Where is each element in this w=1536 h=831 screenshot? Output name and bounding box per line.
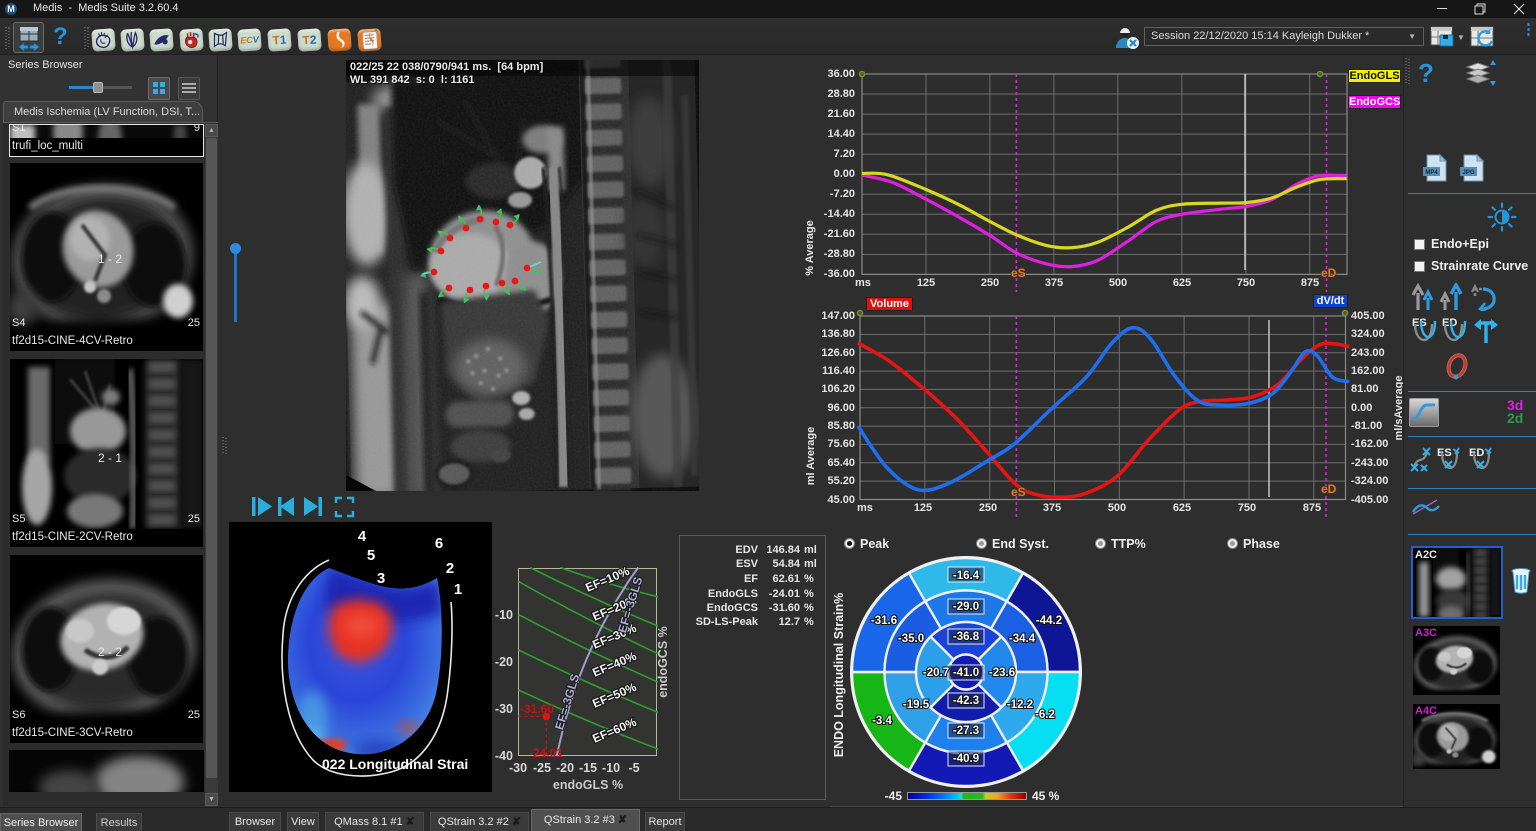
svg-text:ES: ES	[1437, 447, 1452, 459]
svg-text:4: 4	[358, 528, 367, 545]
svg-text:-16.4: -16.4	[953, 570, 980, 582]
svg-text:3: 3	[377, 570, 385, 587]
svg-text:-12.2: -12.2	[1007, 699, 1033, 711]
svg-text:1: 1	[454, 581, 462, 598]
svg-text:eD: eD	[1321, 482, 1337, 496]
svg-text:MP4: MP4	[1425, 170, 1438, 176]
svg-text:eS: eS	[1011, 266, 1026, 280]
svg-text:2 - 2: 2 - 2	[98, 645, 122, 659]
svg-text:-29.0: -29.0	[953, 601, 979, 613]
svg-text:-34.4: -34.4	[1009, 633, 1036, 645]
svg-text:EF=-3GLS: EF=-3GLS	[552, 672, 582, 731]
svg-text:1 - 2: 1 - 2	[98, 252, 122, 266]
svg-text:-31.60: -31.60	[520, 702, 554, 716]
svg-text:-20.7: -20.7	[923, 667, 949, 679]
svg-text:022 Longitudinal Strai: 022 Longitudinal Strai	[322, 756, 468, 772]
svg-text:EF=40%: EF=40%	[590, 649, 638, 680]
svg-text:EF=50%: EF=50%	[590, 680, 638, 711]
svg-text:2 - 1: 2 - 1	[98, 451, 122, 465]
svg-text:2: 2	[446, 560, 454, 577]
svg-text:6: 6	[435, 535, 443, 552]
svg-text:-35.0: -35.0	[898, 633, 924, 645]
svg-text:ED: ED	[1469, 447, 1484, 459]
svg-text:EF=60%: EF=60%	[590, 715, 638, 746]
svg-text:EF=10%: EF=10%	[583, 564, 631, 595]
svg-text:-44.2: -44.2	[1036, 615, 1062, 627]
svg-text:-42.3: -42.3	[953, 695, 979, 707]
svg-text:5: 5	[367, 547, 375, 564]
svg-text:EF=30%: EF=30%	[590, 621, 638, 652]
svg-text:-23.6: -23.6	[989, 667, 1015, 679]
svg-text:-24.01: -24.01	[529, 746, 563, 760]
svg-text:-31.6: -31.6	[871, 615, 897, 627]
svg-text:-3.4: -3.4	[872, 715, 892, 727]
svg-text:-36.8: -36.8	[953, 631, 980, 643]
svg-text:-27.3: -27.3	[953, 725, 979, 737]
svg-text:-40.9: -40.9	[953, 753, 979, 765]
svg-text:-19.5: -19.5	[903, 699, 930, 711]
svg-text:-41.0: -41.0	[953, 667, 979, 679]
svg-text:JPG: JPG	[1462, 170, 1474, 176]
svg-text:-6.2: -6.2	[1035, 709, 1055, 721]
svg-text:eS: eS	[1011, 485, 1026, 499]
